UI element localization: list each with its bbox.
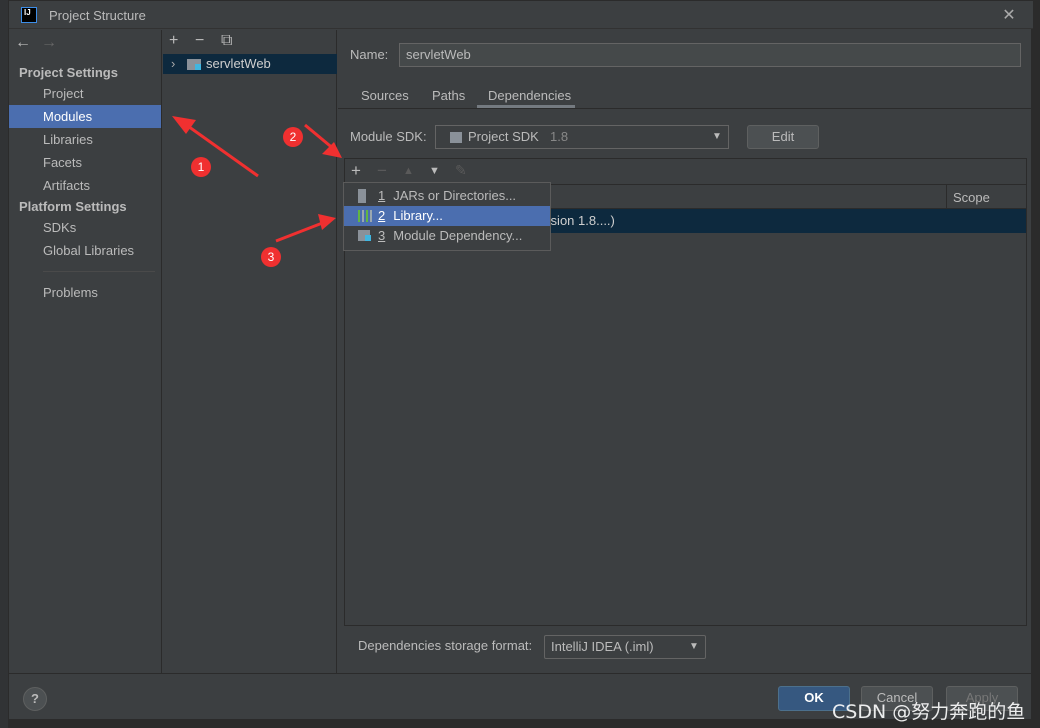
annotation-label-3: 3: [268, 250, 275, 264]
annotation-arrowhead-2: [322, 142, 342, 158]
annotation-overlay: 1 2 3: [172, 116, 342, 267]
annotation-arrowhead-1: [172, 116, 196, 134]
annotation-arrow-3: [275, 220, 326, 243]
watermark: CSDN @努力奔跑的鱼: [832, 701, 1026, 723]
annotation-label-1: 1: [198, 160, 205, 174]
annotation-label-2: 2: [290, 130, 297, 144]
annotation-arrowhead-3: [318, 214, 336, 230]
